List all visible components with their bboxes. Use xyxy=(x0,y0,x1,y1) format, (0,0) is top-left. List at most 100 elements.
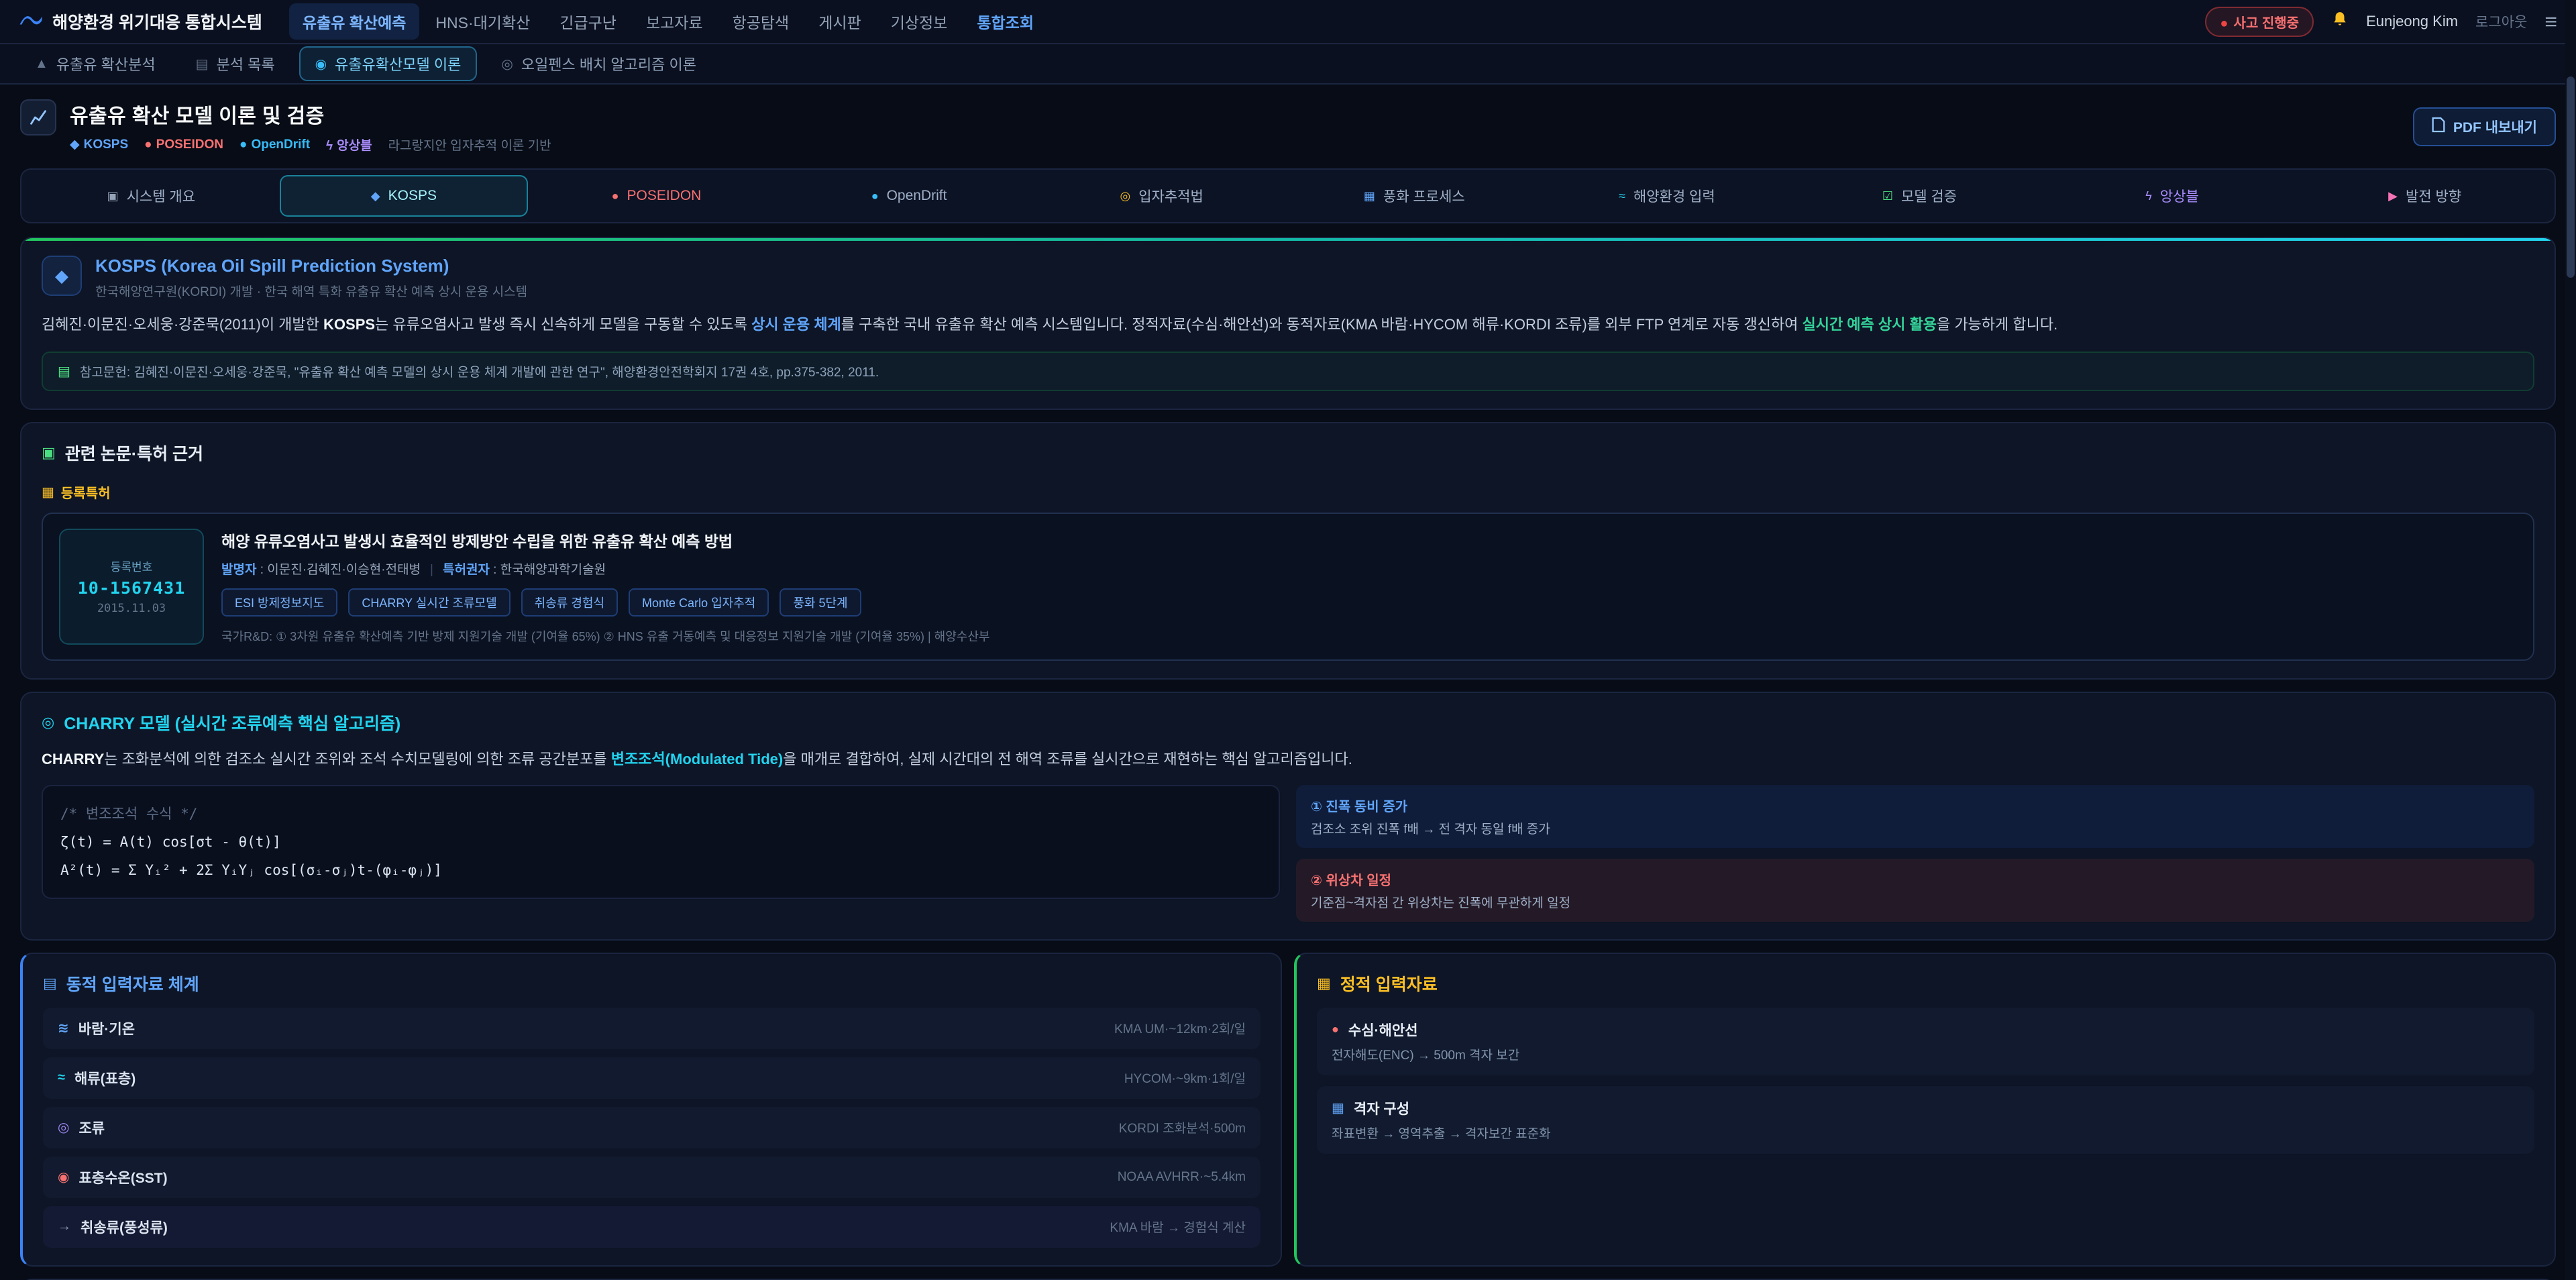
charry-formula-code: /* 변조조석 수식 */ ζ(t) = A(t) cos[σt - θ(t)]… xyxy=(42,785,1280,899)
diamond-icon: ◆ xyxy=(371,189,380,203)
nav-hns-atmosphere[interactable]: HNS·대기확산 xyxy=(422,3,543,40)
nav-aerial-search[interactable]: 항공탐색 xyxy=(719,3,803,40)
tab-analysis-list[interactable]: ▤분석 목록 xyxy=(180,46,291,81)
folder-icon: ▦ xyxy=(1317,975,1331,992)
arrow-icon: → xyxy=(58,1219,71,1234)
static-inputs-card: ▦ 정적 입력자료 ●수심·해안선 전자해도(ENC) → 500m 격자 보간… xyxy=(1294,953,2556,1267)
kosps-reference: ▤ 참고문헌: 김혜진·이문진·오세웅·강준묵, "유출유 확산 예측 모델의 … xyxy=(42,352,2534,391)
charry-card: ◎ CHARRY 모델 (실시간 조류예측 핵심 알고리즘) CHARRY는 조… xyxy=(20,692,2556,941)
dynamic-inputs-card: ▤ 동적 입력자료 체계 ≋바람·기온 KMA UM·~12km·2회/일 ≈해… xyxy=(20,953,1282,1267)
reg-number-label: 등록번호 xyxy=(111,557,153,574)
pill-weathering-process[interactable]: ▦풍화 프로세스 xyxy=(1290,175,1539,217)
tab-diffusion-analysis[interactable]: ▲유출유 확산분석 xyxy=(19,46,172,81)
page-title-block: 유출유 확산 모델 이론 및 검증 ◆KOSPS ●POSEIDON ●Open… xyxy=(70,99,551,154)
patent-registration-box: 등록번호 10-1567431 2015.11.03 xyxy=(59,529,204,645)
pill-ensemble[interactable]: ϟ앙상블 xyxy=(2048,175,2297,217)
pill-poseidon[interactable]: ●POSEIDON xyxy=(532,175,781,217)
kosps-description: 김혜진·이문진·오세웅·강준묵(2011)이 개발한 KOSPS는 유류오염사고… xyxy=(42,312,2534,338)
wave-icon: ≈ xyxy=(58,1070,65,1085)
dot-icon: ● xyxy=(871,189,879,203)
incident-status-badge[interactable]: ●사고 진행중 xyxy=(2205,7,2314,37)
tag-weathering-5[interactable]: 풍화 5단계 xyxy=(780,588,861,617)
nav-reports[interactable]: 보고자료 xyxy=(633,3,716,40)
tag-charry-model[interactable]: CHARRY 실시간 조류모델 xyxy=(348,588,510,617)
dot-icon: ◉ xyxy=(315,56,327,72)
pill-system-overview[interactable]: ▣시스템 개요 xyxy=(27,175,276,217)
lightning-icon: ϟ xyxy=(326,139,333,153)
patent-title: 해양 유류오염사고 발생시 효율적인 방제방안 수립을 위한 유출유 확산 예측… xyxy=(221,529,2517,551)
patent-tags: ESI 방제정보지도 CHARRY 실시간 조류모델 취송류 경험식 Monte… xyxy=(221,588,2517,617)
pdf-export-button[interactable]: PDF 내보내기 xyxy=(2413,107,2556,146)
charry-title: ◎ CHARRY 모델 (실시간 조류예측 핵심 알고리즘) xyxy=(42,710,2534,735)
monitor-icon: ▣ xyxy=(107,189,119,203)
row-tidal-current: ◎조류 KORDI 조화분석·500m xyxy=(43,1107,1260,1149)
charry-grid: /* 변조조석 수식 */ ζ(t) = A(t) cos[σt - θ(t)]… xyxy=(42,785,2534,922)
thermometer-icon: ◉ xyxy=(58,1169,69,1185)
swirl-icon: ◎ xyxy=(58,1119,69,1136)
tag-wdc-formula[interactable]: 취송류 경험식 xyxy=(521,588,618,617)
rocket-icon: ▶ xyxy=(2388,189,2398,203)
reg-number-value[interactable]: 10-1567431 xyxy=(78,578,186,598)
row-wind-driven-current: →취송류(풍성류) KMA 바람 → 경험식 계산 xyxy=(43,1206,1260,1248)
page-header: 유출유 확산 모델 이론 및 검증 ◆KOSPS ●POSEIDON ●Open… xyxy=(0,85,2576,164)
hamburger-menu-icon[interactable]: ≡ xyxy=(2544,11,2557,32)
lightning-icon: ϟ xyxy=(2145,189,2152,203)
topbar-right: ●사고 진행중 Eunjeong Kim 로그아웃 ≡ xyxy=(2205,7,2557,37)
nav-integrated-search[interactable]: 통합조회 xyxy=(963,3,1047,40)
app-viewport: 해양환경 위기대응 통합시스템 유출유 확산예측 HNS·대기확산 긴급구난 보… xyxy=(0,0,2576,1280)
scrollbar-thumb[interactable] xyxy=(2567,76,2575,278)
patent-item: 등록번호 10-1567431 2015.11.03 해양 유류오염사고 발생시… xyxy=(42,513,2534,661)
sub-tab-bar: ▲유출유 확산분석 ▤분석 목록 ◉유출유확산모델 이론 ◎오일펜스 배치 알고… xyxy=(0,44,2576,85)
patent-detail: 해양 유류오염사고 발생시 효율적인 방제방안 수립을 위한 유출유 확산 예측… xyxy=(221,529,2517,645)
patent-section-title: ▣ 관련 논문·특허 근거 xyxy=(42,441,2534,465)
dot-icon: ● xyxy=(239,138,247,152)
row-grid-construction: ▦격자 구성 좌표변환 → 영역추출 → 격자보간 표준화 xyxy=(1317,1086,2534,1154)
pill-opendrift[interactable]: ●OpenDrift xyxy=(785,175,1034,217)
nav-oil-spill-prediction[interactable]: 유출유 확산예측 xyxy=(289,3,420,40)
kosps-diamond-icon: ◆ xyxy=(42,256,82,296)
static-input-rows: ●수심·해안선 전자해도(ENC) → 500m 격자 보간 ▦격자 구성 좌표… xyxy=(1317,1008,2534,1154)
app-brand[interactable]: 해양환경 위기대응 통합시스템 xyxy=(19,9,262,34)
user-name[interactable]: Eunjeong Kim xyxy=(2366,13,2458,30)
section-nav: ▣시스템 개요 ◆KOSPS ●POSEIDON ●OpenDrift ◎입자추… xyxy=(20,168,2556,223)
charry-note-amplitude: ① 진폭 동비 증가 검조소 조위 진폭 f배 → 전 격자 동일 f배 증가 xyxy=(1296,785,2534,848)
tab-diffusion-model-theory[interactable]: ◉유출유확산모델 이론 xyxy=(299,46,478,81)
clipboard-icon: ▦ xyxy=(42,484,54,500)
nav-emergency-rescue[interactable]: 긴급구난 xyxy=(546,3,630,40)
model-badges: ◆KOSPS ●POSEIDON ●OpenDrift ϟ앙상블 라그랑지안 입… xyxy=(70,136,551,154)
dot-icon: ● xyxy=(144,138,152,152)
book-icon: ▤ xyxy=(58,363,70,380)
pin-icon: ● xyxy=(1332,1022,1339,1036)
badge-opendrift: ●OpenDrift xyxy=(239,138,310,152)
check-icon: ☑ xyxy=(1882,189,1893,203)
kosps-subtitle: 한국해양연구원(KORDI) 개발 · 한국 해역 특화 유출유 확산 예측 상… xyxy=(95,282,527,300)
books-icon: ▣ xyxy=(42,444,56,462)
scrollbar-track[interactable] xyxy=(2565,0,2576,1280)
wind-icon: ≋ xyxy=(58,1020,69,1036)
incident-dot-icon: ● xyxy=(2220,16,2228,31)
notification-bell-icon[interactable] xyxy=(2331,9,2349,34)
tag-esi-map[interactable]: ESI 방제정보지도 xyxy=(221,588,337,617)
kosps-title: KOSPS (Korea Oil Spill Prediction System… xyxy=(95,256,527,276)
row-wind-temp: ≋바람·기온 KMA UM·~12km·2회/일 xyxy=(43,1008,1260,1049)
patent-meta: 발명자 : 이문진·김혜진·이승현·전태병|특허권자 : 한국해양과학기술원 xyxy=(221,559,2517,578)
main-nav: 유출유 확산예측 HNS·대기확산 긴급구난 보고자료 항공탐색 게시판 기상정… xyxy=(289,3,1047,40)
brand-wing-icon xyxy=(19,11,43,33)
grid-icon: ▦ xyxy=(1364,189,1375,203)
pill-particle-tracking[interactable]: ◎입자추적법 xyxy=(1037,175,1286,217)
brand-title: 해양환경 위기대응 통합시스템 xyxy=(52,9,262,34)
logout-button[interactable]: 로그아웃 xyxy=(2475,11,2527,32)
chart-bar-icon: ▤ xyxy=(43,975,57,992)
nav-weather[interactable]: 기상정보 xyxy=(877,3,961,40)
pill-kosps[interactable]: ◆KOSPS xyxy=(280,175,529,217)
tab-oil-fence-algorithm-theory[interactable]: ◎오일펜스 배치 알고리즘 이론 xyxy=(485,46,712,81)
page-chart-icon xyxy=(20,99,56,136)
tag-monte-carlo[interactable]: Monte Carlo 입자추적 xyxy=(629,588,769,617)
pill-model-validation[interactable]: ☑모델 검증 xyxy=(1795,175,2044,217)
nav-board[interactable]: 게시판 xyxy=(805,3,874,40)
document-icon xyxy=(2432,117,2445,137)
pill-ocean-env-input[interactable]: ≈해양환경 입력 xyxy=(1543,175,1792,217)
pill-future-direction[interactable]: ▶발전 방향 xyxy=(2300,175,2549,217)
registered-patent-badge: ▦ 등록특허 xyxy=(42,482,111,502)
swirl-icon: ◎ xyxy=(42,714,54,731)
